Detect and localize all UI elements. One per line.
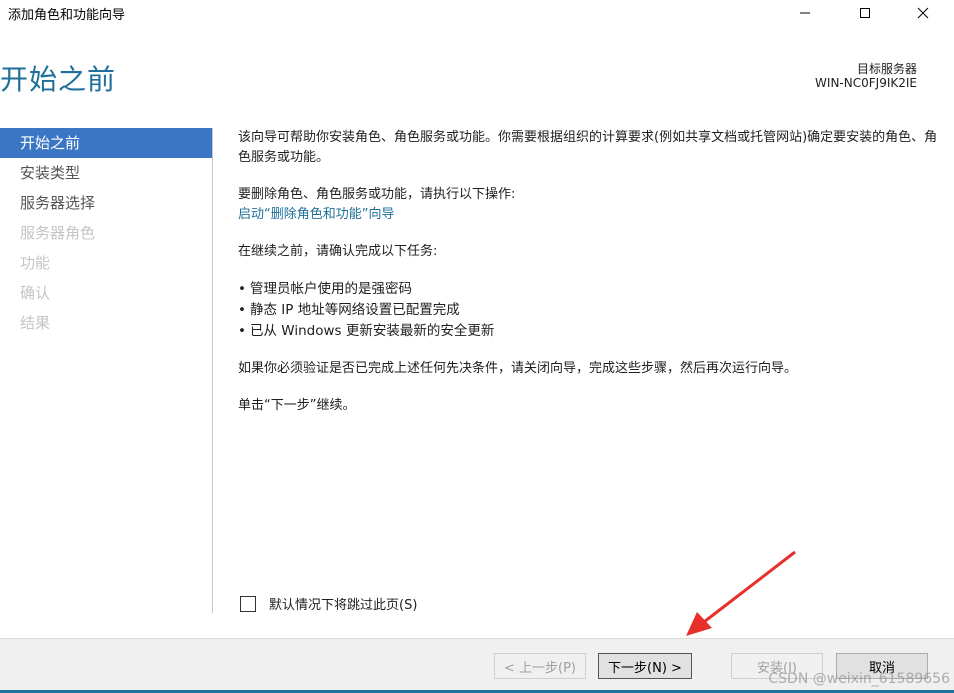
page-title: 开始之前 [0,63,117,96]
target-server-label: 目标服务器 [856,62,917,76]
skip-page-checkbox[interactable] [240,595,256,612]
nav-item-server-roles: 服务器角色 [20,224,96,242]
minimize-button[interactable] [782,0,828,26]
skip-page-option[interactable]: 默认情况下将跳过此页(S) [240,594,417,613]
previous-button: < 上一步(P) [494,653,586,679]
title-bar: 添加角色和功能向导 [0,0,954,26]
watermark: CSDN @weixin_61589656 [768,671,950,687]
skip-page-label: 默认情况下将跳过此页(S) [269,598,418,613]
remove-roles-link[interactable]: 启动“删除角色和功能”向导 [238,205,938,225]
maximize-icon [860,8,870,18]
prereq-text: 如果你必须验证是否已完成上述任何先决条件，请关闭向导，完成这些步骤，然后再次运行… [238,361,798,376]
next-button[interactable]: 下一步(N) > [598,653,692,679]
close-button[interactable] [900,0,946,26]
wizard-nav: 开始之前 安装类型 服务器选择 服务器角色 功能 确认 结果 [0,128,212,338]
content-pane: 该向导可帮助你安装角色、角色服务或功能。你需要根据组织的计算要求(例如共享文档或… [238,128,938,433]
before-text: 在继续之前，请确认完成以下任务: [238,244,438,259]
remove-section: 要删除角色、角色服务或功能，请执行以下操作: 启动“删除角色和功能”向导 [238,185,938,225]
nav-item-confirmation: 确认 [20,284,51,302]
continue-text: 单击“下一步”继续。 [238,398,356,413]
nav-item-results: 结果 [20,314,51,332]
nav-divider [212,128,213,613]
list-item: 已从 Windows 更新安装最新的安全更新 [238,321,938,342]
minimize-icon [800,12,810,14]
list-item: 静态 IP 地址等网络设置已配置完成 [238,300,938,321]
target-server-name: WIN-NC0FJ9IK2IE [815,76,917,90]
task-list: 管理员帐户使用的是强密码 静态 IP 地址等网络设置已配置完成 已从 Windo… [238,279,938,342]
maximize-button[interactable] [842,0,888,26]
window-title: 添加角色和功能向导 [8,8,126,23]
nav-item-before-you-begin[interactable]: 开始之前 [0,128,212,158]
nav-item-server-selection[interactable]: 服务器选择 [0,188,212,218]
remove-text: 要删除角色、角色服务或功能，请执行以下操作: [238,187,516,202]
list-item: 管理员帐户使用的是强密码 [238,279,938,300]
intro-text: 该向导可帮助你安装角色、角色服务或功能。你需要根据组织的计算要求(例如共享文档或… [238,130,938,165]
nav-item-features: 功能 [20,254,51,272]
nav-item-installation-type[interactable]: 安装类型 [0,158,212,188]
close-icon [917,7,929,19]
